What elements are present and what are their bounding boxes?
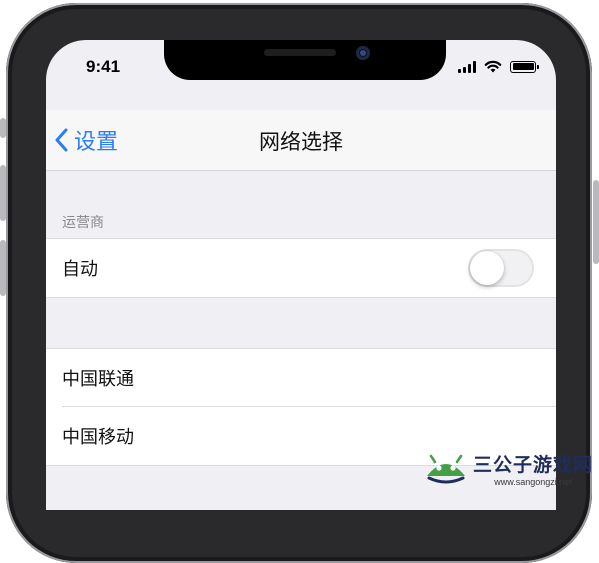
battery-icon — [510, 60, 539, 73]
volume-up-button — [0, 165, 6, 221]
status-time: 9:41 — [86, 57, 121, 76]
auto-select-toggle[interactable] — [468, 249, 534, 287]
page-title: 网络选择 — [259, 130, 343, 154]
notch — [164, 40, 446, 80]
carrier-label: 中国移动 — [62, 427, 134, 448]
status-icons — [458, 60, 539, 73]
toggle-knob — [470, 251, 504, 285]
navigation-bar: 设置 网络选择 — [46, 110, 556, 171]
power-button — [593, 180, 599, 264]
mute-switch — [0, 118, 6, 138]
wifi-icon — [484, 60, 502, 73]
speaker-grille — [264, 49, 336, 56]
watermark-title: 三公子游戏网 — [472, 453, 593, 476]
android-robot-logo — [426, 454, 465, 484]
phone-screen: 9:41 设置 网络选择 运营商 自动 中国联通 中国移动 — [46, 40, 556, 510]
watermark: 三公子游戏网 www.sangongzi.net — [423, 446, 593, 490]
auto-select-label: 自动 — [62, 259, 98, 280]
auto-select-row: 自动 — [46, 238, 556, 298]
watermark-url: www.sangongzi.net — [494, 476, 572, 487]
front-camera — [356, 46, 370, 60]
carrier-label: 中国联通 — [62, 369, 134, 390]
volume-down-button — [0, 240, 6, 296]
cellular-signal-icon — [458, 60, 476, 73]
section-header-carrier: 运营商 — [62, 215, 104, 231]
carrier-row-unicom[interactable]: 中国联通 — [46, 348, 556, 407]
